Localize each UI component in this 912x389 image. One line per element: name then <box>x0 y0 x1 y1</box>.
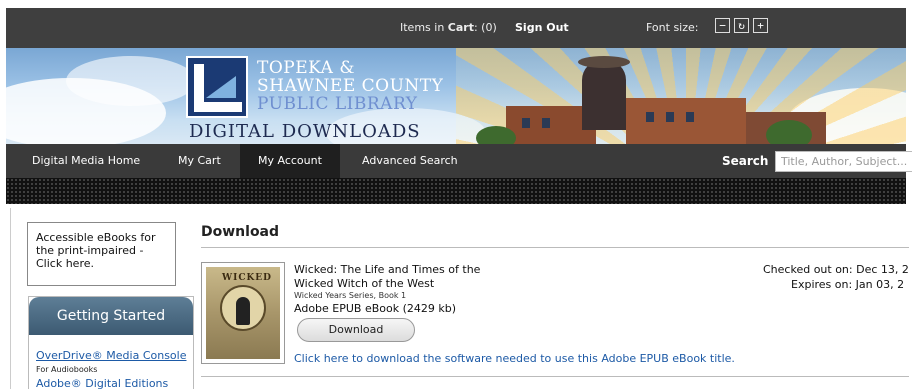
adobe-digital-editions-link[interactable]: Adobe® Digital Editions <box>36 377 168 389</box>
window-decoration <box>542 118 550 128</box>
software-help-link[interactable]: Click here to download the software need… <box>294 352 735 365</box>
download-button[interactable]: Download <box>297 318 415 342</box>
logo-text-line4: DIGITAL DOWNLOADS <box>189 121 421 142</box>
library-banner: TOPEKA & SHAWNEE COUNTY PUBLIC LIBRARY D… <box>6 48 906 144</box>
tree-decoration <box>766 120 812 144</box>
search-label: Search <box>722 154 769 168</box>
nav-my-account[interactable]: My Account <box>240 144 340 178</box>
library-tower-image <box>582 60 626 130</box>
book-series: Wicked Years Series, Book 1 <box>294 291 407 300</box>
book-cover-image[interactable]: WICKED <box>201 262 285 364</box>
page-title: Download <box>201 224 280 240</box>
top-utility-bar: Items in Cart: (0) Sign Out Font size: −… <box>6 8 906 48</box>
cover-title-text: WICKED <box>222 273 272 283</box>
cart-label: Items in <box>400 21 445 34</box>
book-title[interactable]: Wicked: The Life and Times of the Wicked… <box>294 263 504 291</box>
font-size-label: Font size: <box>646 21 699 34</box>
window-decoration <box>686 112 694 122</box>
library-tower-cap <box>578 56 630 68</box>
accessible-ebooks-link[interactable]: Accessible eBooks for the print-impaired… <box>27 222 176 286</box>
overdrive-media-console-link[interactable]: OverDrive® Media Console <box>36 349 186 362</box>
sign-out-link[interactable]: Sign Out <box>515 21 569 34</box>
window-decoration <box>522 118 530 128</box>
search-input[interactable] <box>775 151 912 172</box>
cart-label-bold: Cart <box>447 21 474 34</box>
cloud-decoration <box>66 56 196 106</box>
font-increase-button[interactable]: + <box>753 18 768 33</box>
logo-text-line3: PUBLIC LIBRARY <box>257 94 418 114</box>
nav-digital-media-home[interactable]: Digital Media Home <box>14 144 158 178</box>
tree-decoration <box>476 126 516 144</box>
cover-witch-figure <box>236 297 250 325</box>
logo-text-line1: TOPEKA & <box>257 58 355 78</box>
nav-advanced-search[interactable]: Advanced Search <box>344 144 476 178</box>
getting-started-panel: Getting Started OverDrive® Media Console… <box>28 296 194 389</box>
getting-started-heading: Getting Started <box>29 297 193 335</box>
window-decoration <box>666 112 674 122</box>
expires-date: Expires on: Jan 03, 2 <box>791 278 905 291</box>
main-nav: Digital Media Home My Cart My Account Ad… <box>6 144 912 178</box>
content-area: Accessible eBooks for the print-impaired… <box>10 208 909 389</box>
decorative-band <box>6 178 906 204</box>
page: Items in Cart: (0) Sign Out Font size: −… <box>0 0 912 389</box>
title-divider <box>201 247 909 248</box>
book-format: Adobe EPUB eBook (2429 kb) <box>294 302 457 315</box>
overdrive-sub-label: For Audiobooks <box>36 365 98 374</box>
font-decrease-button[interactable]: − <box>715 18 730 33</box>
nav-my-cart[interactable]: My Cart <box>160 144 239 178</box>
library-logo-icon <box>186 56 248 118</box>
checked-out-date: Checked out on: Dec 13, 2 <box>763 263 909 276</box>
cart-count: : (0) <box>473 21 497 34</box>
section-divider <box>201 376 909 377</box>
font-reset-button[interactable]: ↻ <box>734 18 749 33</box>
cart-status[interactable]: Items in Cart: (0) <box>400 21 497 34</box>
window-decoration <box>646 112 654 122</box>
logo-text-line2: SHAWNEE COUNTY <box>257 76 444 96</box>
